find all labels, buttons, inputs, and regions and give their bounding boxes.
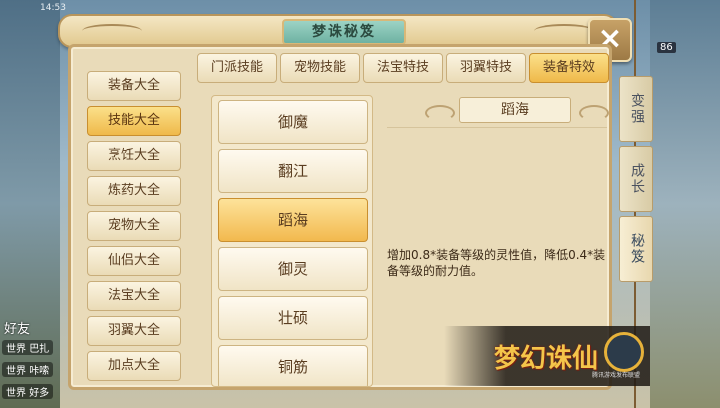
cloud-ornament-icon bbox=[579, 105, 609, 121]
sidebar-item-cooking[interactable]: 烹饪大全 bbox=[87, 141, 181, 171]
tab-wing-skills[interactable]: 羽翼特技 bbox=[446, 53, 526, 83]
chat-channel: 世界 bbox=[6, 366, 26, 377]
tab-treasure-skills[interactable]: 法宝特技 bbox=[363, 53, 443, 83]
list-item[interactable]: 御灵 bbox=[218, 247, 368, 291]
tab-sect-skills[interactable]: 门派技能 bbox=[197, 53, 277, 83]
chat-line: 世界 巴扎 bbox=[2, 340, 54, 355]
game-scene-right bbox=[650, 0, 720, 408]
ornament-right bbox=[534, 24, 594, 38]
tab-secret-guide[interactable]: 秘笈 bbox=[619, 216, 653, 282]
list-item[interactable]: 铜筋 bbox=[218, 345, 368, 386]
tab-pet-skills[interactable]: 宠物技能 bbox=[280, 53, 360, 83]
sidebar-item-pets[interactable]: 宠物大全 bbox=[87, 211, 181, 241]
chat-text: 好多 bbox=[29, 388, 50, 399]
publisher-badge-icon bbox=[604, 332, 644, 372]
chat-channel: 世界 bbox=[6, 388, 26, 399]
list-item[interactable]: 壮硕 bbox=[218, 296, 368, 340]
sidebar-item-treasures[interactable]: 法宝大全 bbox=[87, 281, 181, 311]
title-bar: 梦诛秘笈 bbox=[58, 14, 618, 48]
sidebar: 装备大全 技能大全 烹饪大全 炼药大全 宠物大全 仙侣大全 法宝大全 羽翼大全 … bbox=[77, 51, 181, 381]
chat-text: 咔嗦 bbox=[29, 366, 50, 377]
level-badge: 86 bbox=[657, 42, 676, 53]
tab-equipment-effects[interactable]: 装备特效 bbox=[529, 53, 609, 83]
publisher-badge-text: 腾讯游戏发布联盟 bbox=[592, 372, 641, 379]
panel-title: 梦诛秘笈 bbox=[282, 19, 406, 45]
chat-channel: 世界 bbox=[6, 344, 26, 355]
tab-growth[interactable]: 成长 bbox=[619, 146, 653, 212]
list-item[interactable]: 御魔 bbox=[218, 100, 368, 144]
sidebar-item-attributes[interactable]: 加点大全 bbox=[87, 351, 181, 381]
skill-list[interactable]: 御魔 翻江 蹈海 御灵 壮硕 铜筋 bbox=[211, 95, 373, 387]
list-item[interactable]: 翻江 bbox=[218, 149, 368, 193]
sidebar-item-wings[interactable]: 羽翼大全 bbox=[87, 316, 181, 346]
game-logo: 梦幻诛仙 腾讯游戏发布联盟 bbox=[444, 326, 650, 386]
sidebar-item-alchemy[interactable]: 炼药大全 bbox=[87, 176, 181, 206]
sidebar-item-companions[interactable]: 仙侣大全 bbox=[87, 246, 181, 276]
detail-title: 蹈海 bbox=[459, 97, 571, 123]
cloud-ornament-icon bbox=[425, 105, 455, 121]
ornament-left bbox=[82, 24, 142, 38]
status-time: 14:53 bbox=[40, 3, 66, 13]
sidebar-item-skills[interactable]: 技能大全 bbox=[87, 106, 181, 136]
friends-label[interactable]: 好友 bbox=[4, 318, 30, 337]
chat-text: 巴扎 bbox=[29, 344, 50, 355]
list-item-selected[interactable]: 蹈海 bbox=[218, 198, 368, 242]
detail-description: 增加0.8*装备等级的灵性值，降低0.4*装备等级的耐力值。 bbox=[387, 248, 606, 278]
chat-line: 世界 好多 bbox=[2, 384, 54, 399]
tab-become-stronger[interactable]: 变强 bbox=[619, 76, 653, 142]
logo-text: 梦幻诛仙 bbox=[494, 344, 599, 374]
sidebar-item-equipment[interactable]: 装备大全 bbox=[87, 71, 181, 101]
chat-line: 世界 咔嗦 bbox=[2, 362, 54, 377]
divider bbox=[387, 127, 607, 128]
detail-header: 蹈海 bbox=[421, 97, 611, 123]
